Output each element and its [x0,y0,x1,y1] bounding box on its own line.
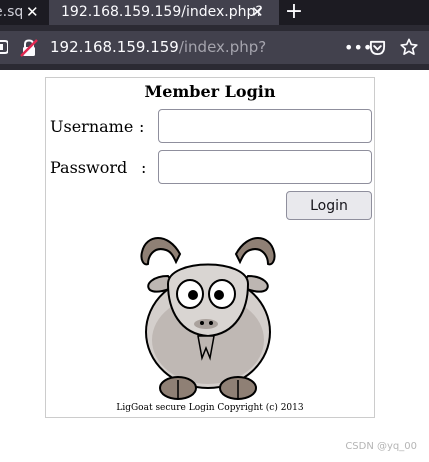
copyright-text: LigGoat secure Login Copyright (c) 2013 [116,403,304,413]
url-host: 192.168.159.159 [50,38,179,56]
tab-previous-close-icon[interactable]: ✕ [26,0,39,25]
tab-active-title: 192.168.159.159/index.php? [61,4,263,20]
watermark-text: CSDN @yq_00 [345,441,417,452]
username-input[interactable] [158,109,372,143]
tab-active[interactable]: 192.168.159.159/index.php? ✕ [49,0,279,25]
username-label: Username [50,117,134,136]
login-form: Member Login Username : Password : Login [45,77,375,418]
password-label: Password [50,158,128,177]
login-title: Member Login [144,82,276,101]
tab-active-close-icon[interactable]: ✕ [251,0,264,25]
url-bar[interactable]: 192.168.159.159/index.php? ••• [0,31,429,64]
goat-logo-image [140,237,276,400]
new-tab-icon[interactable]: + [283,0,305,25]
url-text[interactable]: 192.168.159.159/index.php? [50,31,266,64]
tab-strip: e.sq ✕ 192.168.159.159/index.php? ✕ + [0,0,429,25]
navigation-toolbar: 192.168.159.159/index.php? ••• [0,25,429,70]
bookmark-star-icon[interactable] [400,38,418,56]
password-input[interactable] [158,150,372,184]
pocket-icon[interactable] [369,39,386,56]
url-path: /index.php? [178,38,267,56]
tab-previous[interactable]: e.sq ✕ [0,0,48,25]
password-colon: : [141,158,147,177]
tab-previous-title: e.sq [0,4,24,20]
login-button[interactable]: Login [286,191,372,220]
site-info-icon[interactable] [0,40,8,54]
insecure-lock-icon[interactable] [20,39,38,57]
username-colon: : [139,117,145,136]
